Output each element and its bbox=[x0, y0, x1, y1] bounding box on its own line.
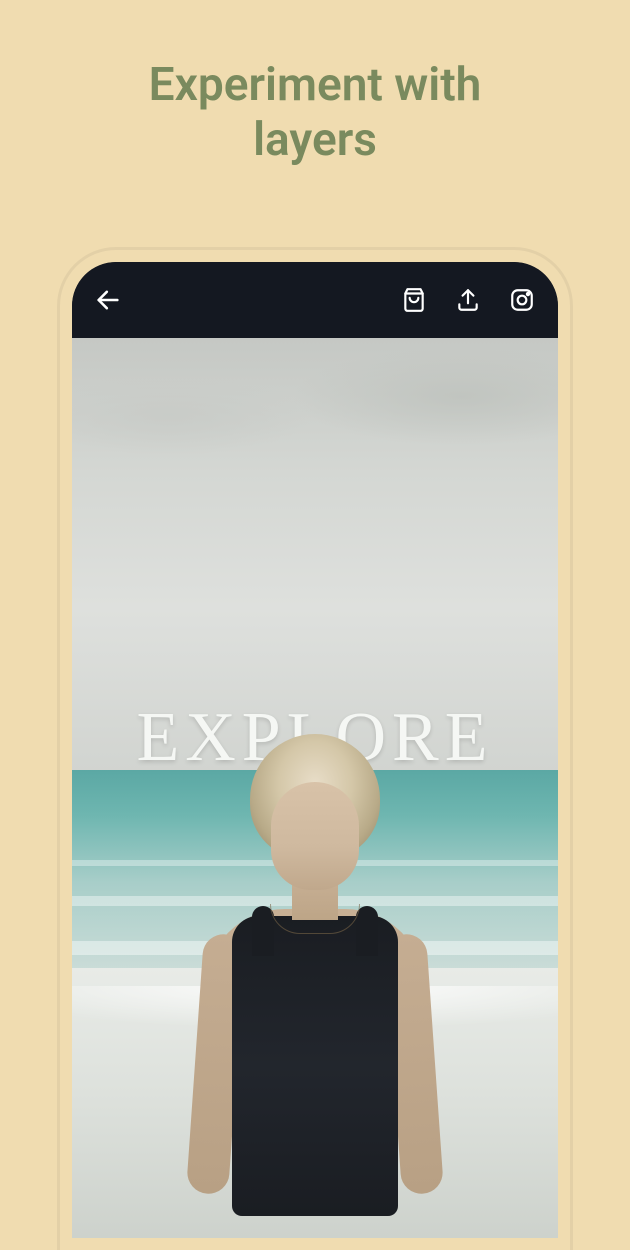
editor-toolbar bbox=[72, 262, 558, 338]
subject-layer[interactable] bbox=[195, 734, 435, 1238]
toolbar-left bbox=[92, 284, 124, 316]
toolbar-right bbox=[398, 284, 538, 316]
phone-screen: EXPLORE bbox=[72, 262, 558, 1238]
cloud-shape bbox=[291, 347, 558, 446]
phone-mockup: EXPLORE bbox=[60, 250, 570, 1250]
arrow-left-icon bbox=[94, 286, 122, 314]
instagram-icon bbox=[509, 287, 535, 313]
upload-icon bbox=[455, 287, 481, 313]
shop-button[interactable] bbox=[398, 284, 430, 316]
cloud-shape bbox=[72, 374, 315, 455]
headline-line-2: layers bbox=[0, 113, 630, 168]
editor-canvas[interactable]: EXPLORE bbox=[72, 338, 558, 1238]
promo-headline: Experiment with layers bbox=[0, 0, 630, 208]
person-face bbox=[271, 782, 359, 890]
share-button[interactable] bbox=[452, 284, 484, 316]
back-button[interactable] bbox=[92, 284, 124, 316]
shopping-bag-icon bbox=[401, 287, 427, 313]
instagram-button[interactable] bbox=[506, 284, 538, 316]
person-top bbox=[232, 916, 398, 1216]
headline-line-1: Experiment with bbox=[0, 58, 630, 113]
